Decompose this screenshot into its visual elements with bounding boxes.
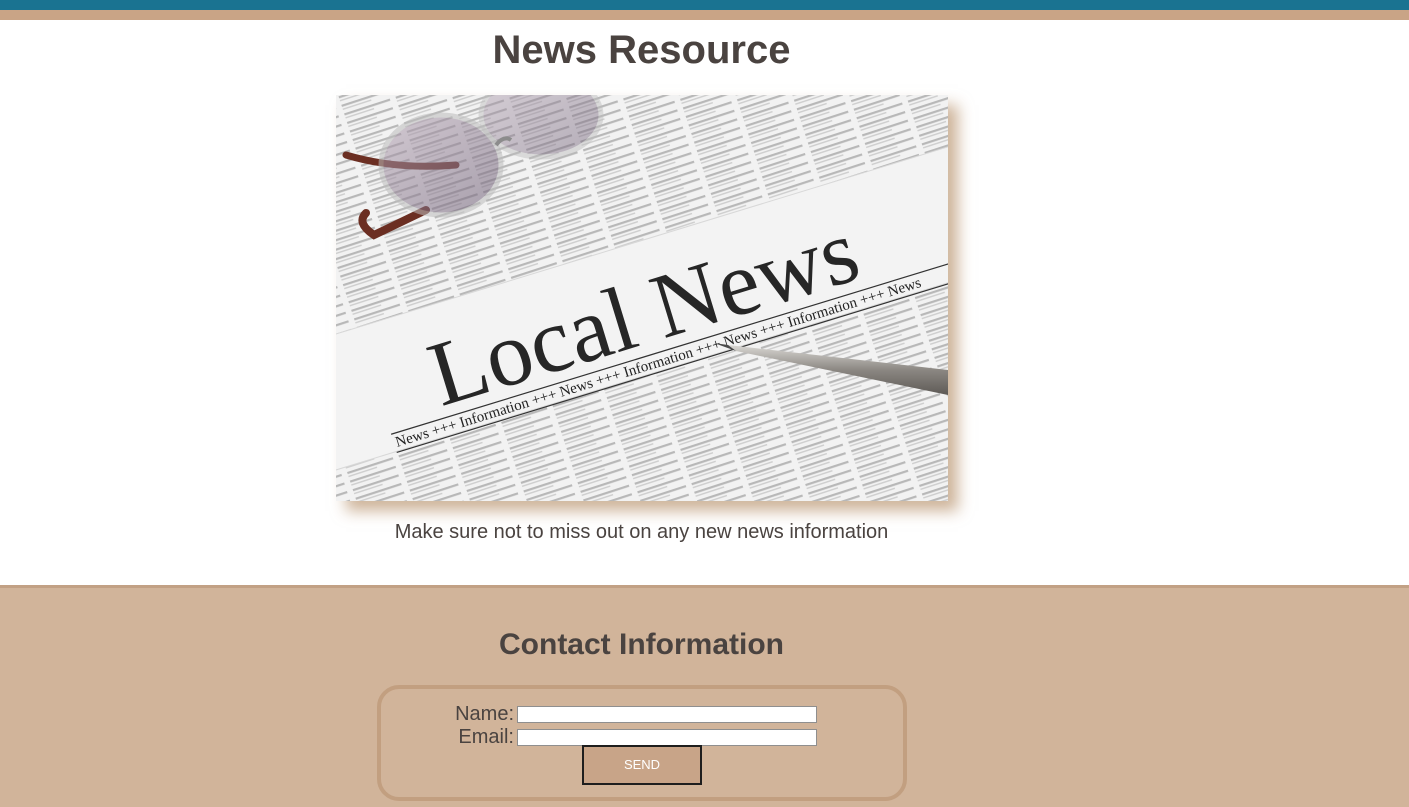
header-bar-teal <box>0 0 1409 10</box>
email-label: Email: <box>458 726 514 748</box>
name-input[interactable] <box>517 706 817 723</box>
hero-image: Local News News +++ Information +++ News… <box>336 95 948 501</box>
send-button[interactable]: SEND <box>582 745 702 785</box>
contact-form: Name: Email: SEND <box>377 685 907 801</box>
email-input[interactable] <box>517 729 817 746</box>
page-title: News Resource <box>492 28 791 72</box>
tagline: Make sure not to miss out on any new new… <box>394 521 889 543</box>
name-row: Name: <box>381 703 907 725</box>
header-bar-tan <box>0 10 1409 20</box>
name-label: Name: <box>455 703 514 725</box>
contact-section: Contact Information Name: Email: SEND <box>0 585 1409 807</box>
contact-title: Contact Information <box>499 628 784 661</box>
